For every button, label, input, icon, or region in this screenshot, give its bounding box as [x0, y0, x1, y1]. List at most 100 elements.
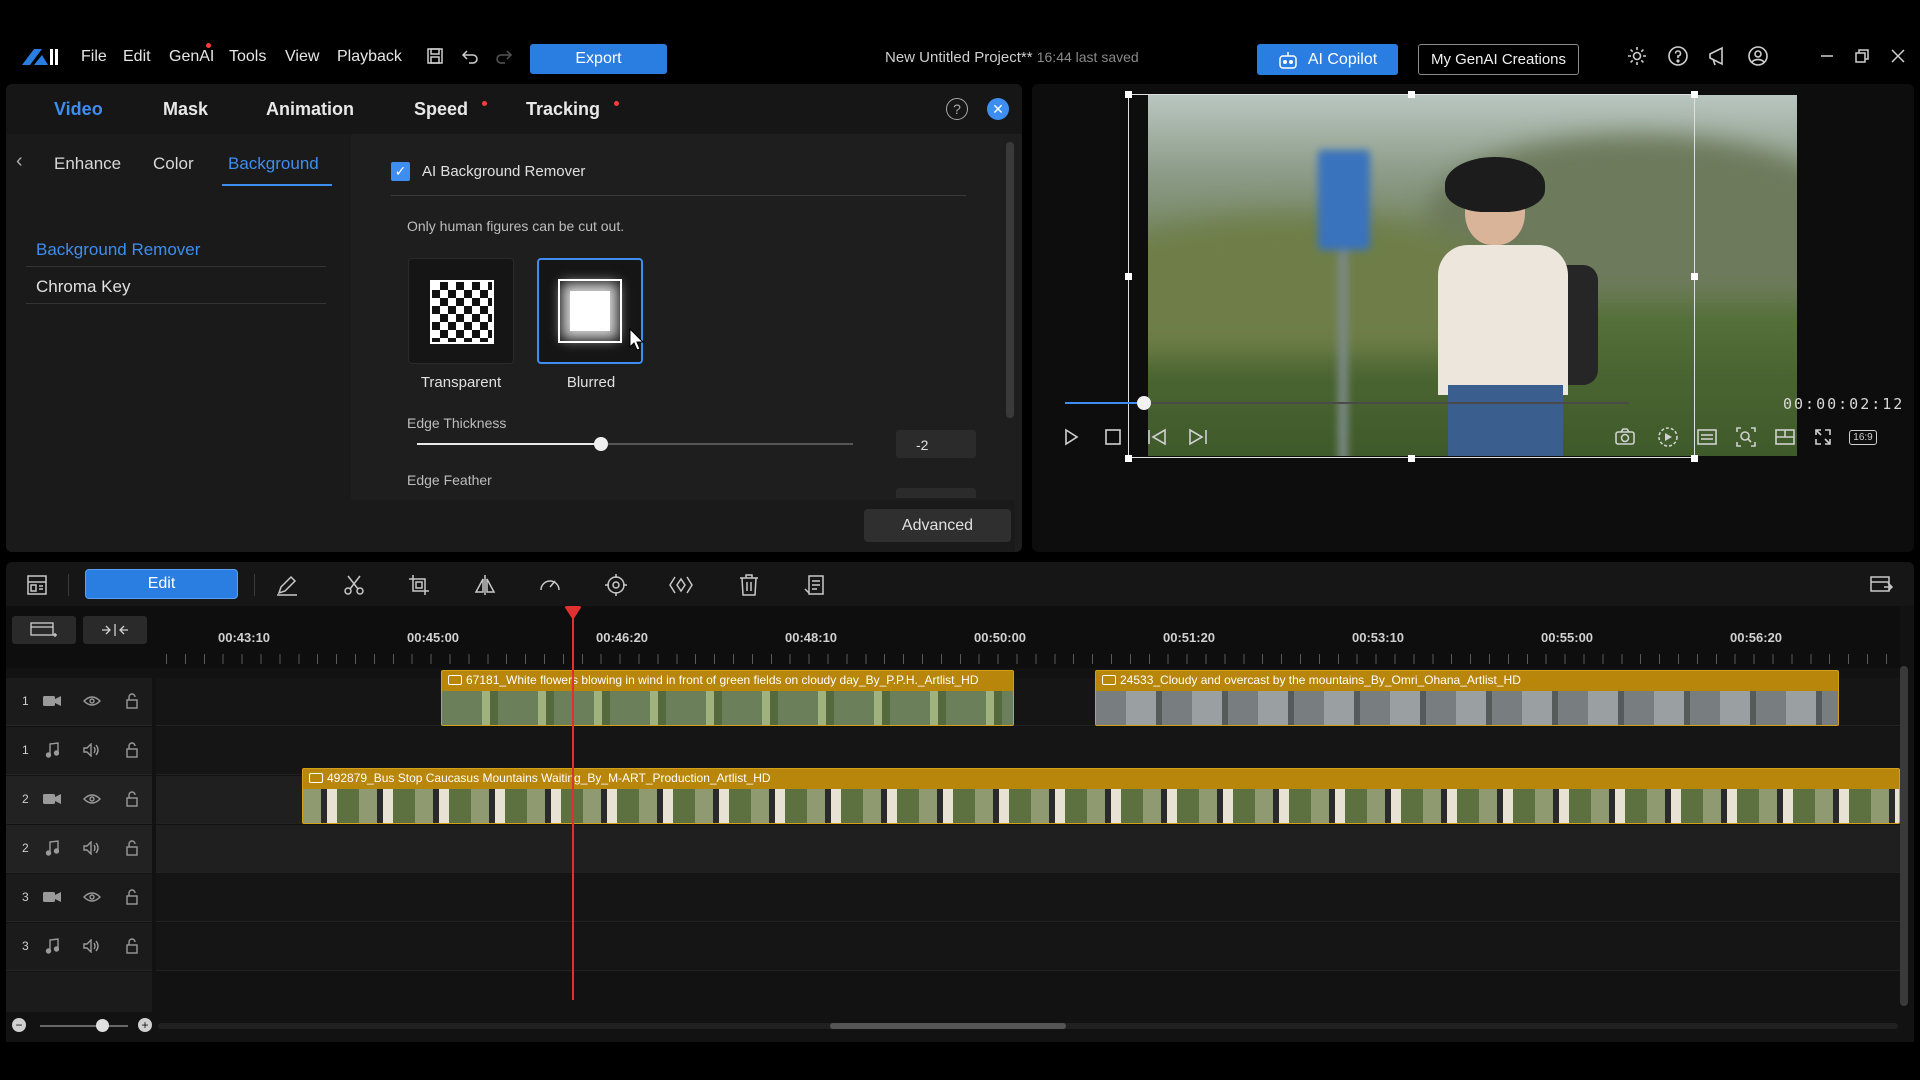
track-header-audio-2[interactable]: 2 — [6, 825, 152, 873]
visibility-eye-icon[interactable] — [82, 691, 102, 711]
snapshot-camera-icon[interactable] — [1612, 424, 1638, 450]
lock-icon[interactable] — [122, 789, 142, 809]
track-header-video-3[interactable]: 3 — [6, 874, 152, 922]
edge-thickness-input[interactable]: -2 — [896, 430, 976, 458]
subtab-background[interactable]: Background — [228, 154, 319, 174]
track-header-video-2[interactable]: 2 — [6, 776, 152, 824]
timeline-horizontal-scroll-thumb[interactable] — [830, 1023, 1066, 1029]
track-header-audio-3[interactable]: 3 — [6, 923, 152, 971]
menu-tools[interactable]: Tools — [229, 48, 266, 66]
timeline-ruler[interactable]: 00:43:10 00:45:00 00:46:20 00:48:10 00:5… — [156, 606, 1900, 668]
stop-icon[interactable] — [1100, 424, 1126, 450]
pen-edit-icon[interactable] — [274, 572, 300, 598]
track-header-audio-1[interactable]: 1 — [6, 727, 152, 775]
edit-button[interactable]: Edit — [85, 569, 238, 599]
restore-window-icon[interactable] — [1850, 44, 1874, 68]
seek-handle[interactable] — [1136, 396, 1151, 410]
track-lane-audio-2[interactable] — [156, 825, 1900, 873]
crop-icon[interactable] — [406, 572, 432, 598]
fit-timeline-icon[interactable] — [83, 616, 147, 644]
edge-feather-input[interactable] — [896, 488, 976, 498]
speaker-volume-icon[interactable] — [82, 936, 102, 956]
fullscreen-icon[interactable] — [1810, 424, 1836, 450]
side-item-chroma-key[interactable]: Chroma Key — [36, 277, 130, 297]
video-clip[interactable]: 24533_Cloudy and overcast by the mountai… — [1095, 670, 1839, 726]
speaker-volume-icon[interactable] — [82, 740, 102, 760]
blurred-option[interactable] — [537, 258, 643, 364]
timeline-settings-icon[interactable] — [1868, 572, 1894, 598]
motion-tracking-icon[interactable] — [603, 572, 629, 598]
undo-icon[interactable] — [458, 44, 482, 68]
resize-handle[interactable] — [1691, 91, 1698, 98]
zoom-slider-handle[interactable] — [96, 1019, 109, 1032]
minimize-icon[interactable] — [1815, 44, 1839, 68]
export-button[interactable]: Export — [530, 44, 667, 74]
track-manager-icon[interactable] — [12, 616, 76, 644]
resize-handle[interactable] — [1125, 91, 1132, 98]
tab-animation[interactable]: Animation — [266, 99, 354, 120]
lock-icon[interactable] — [122, 936, 142, 956]
aspect-ratio-icon[interactable]: 16:9 — [1846, 424, 1880, 450]
lock-icon[interactable] — [122, 838, 142, 858]
visibility-eye-icon[interactable] — [82, 887, 102, 907]
play-icon[interactable] — [1058, 424, 1084, 450]
close-window-icon[interactable] — [1886, 44, 1910, 68]
redo-icon[interactable] — [492, 44, 516, 68]
zoom-preview-icon[interactable] — [1733, 424, 1759, 450]
tab-video[interactable]: Video — [54, 99, 103, 120]
dual-preview-icon[interactable] — [1772, 424, 1798, 450]
video-clip[interactable]: 67181_White flowers blowing in wind in f… — [441, 670, 1014, 726]
lock-icon[interactable] — [122, 691, 142, 711]
track-lane-audio-3[interactable] — [156, 923, 1900, 971]
advanced-button[interactable]: Advanced — [864, 509, 1011, 542]
track-header-video-1[interactable]: 1 — [6, 678, 152, 726]
subtitles-icon[interactable] — [1694, 424, 1720, 450]
menu-playback[interactable]: Playback — [337, 48, 402, 66]
video-clip-selected[interactable]: 492879_Bus Stop Caucasus Mountains Waiti… — [302, 768, 1900, 824]
keyframe-icon[interactable] — [668, 572, 694, 598]
account-user-icon[interactable] — [1746, 44, 1770, 68]
more-tools-icon[interactable] — [802, 572, 828, 598]
resize-handle[interactable] — [1408, 455, 1415, 462]
next-frame-icon[interactable] — [1185, 424, 1211, 450]
side-item-background-remover[interactable]: Background Remover — [36, 240, 200, 260]
back-chevron-icon[interactable]: ‹ — [16, 150, 23, 173]
panel-help-icon[interactable]: ? — [946, 98, 968, 120]
zoom-in-icon[interactable]: + — [138, 1018, 152, 1032]
menu-edit[interactable]: Edit — [123, 48, 151, 66]
previous-frame-icon[interactable] — [1144, 424, 1170, 450]
menu-genai[interactable]: GenAI — [169, 48, 214, 66]
render-preview-icon[interactable] — [1655, 424, 1681, 450]
flip-icon[interactable] — [472, 572, 498, 598]
track-lane-video-3[interactable] — [156, 874, 1900, 922]
edit-mode-switch-icon[interactable] — [24, 572, 50, 598]
feedback-megaphone-icon[interactable] — [1706, 44, 1730, 68]
resize-handle[interactable] — [1691, 455, 1698, 462]
settings-gear-icon[interactable] — [1625, 44, 1649, 68]
menu-view[interactable]: View — [285, 48, 319, 66]
menu-file[interactable]: File — [81, 48, 107, 66]
speed-gauge-icon[interactable] — [537, 572, 563, 598]
lock-icon[interactable] — [122, 740, 142, 760]
settings-scrollbar[interactable] — [1006, 142, 1014, 418]
edge-thickness-slider-handle[interactable] — [594, 437, 608, 451]
zoom-slider-track[interactable] — [40, 1025, 128, 1027]
resize-handle[interactable] — [1691, 273, 1698, 280]
ai-background-remover-checkbox[interactable]: ✓ — [391, 162, 410, 181]
resize-handle[interactable] — [1408, 91, 1415, 98]
tab-speed[interactable]: Speed — [414, 99, 468, 120]
transparent-option[interactable] — [408, 258, 514, 364]
tab-mask[interactable]: Mask — [163, 99, 208, 120]
speaker-volume-icon[interactable] — [82, 838, 102, 858]
subtab-enhance[interactable]: Enhance — [54, 154, 121, 174]
visibility-eye-icon[interactable] — [82, 789, 102, 809]
zoom-out-icon[interactable]: − — [12, 1018, 26, 1032]
lock-icon[interactable] — [122, 887, 142, 907]
playhead-line[interactable] — [572, 610, 574, 1000]
delete-trash-icon[interactable] — [736, 572, 762, 598]
my-genai-creations-button[interactable]: My GenAI Creations — [1418, 44, 1579, 75]
subtab-color[interactable]: Color — [153, 154, 194, 174]
resize-handle[interactable] — [1125, 455, 1132, 462]
tab-tracking[interactable]: Tracking — [526, 99, 600, 120]
resize-handle[interactable] — [1125, 273, 1132, 280]
